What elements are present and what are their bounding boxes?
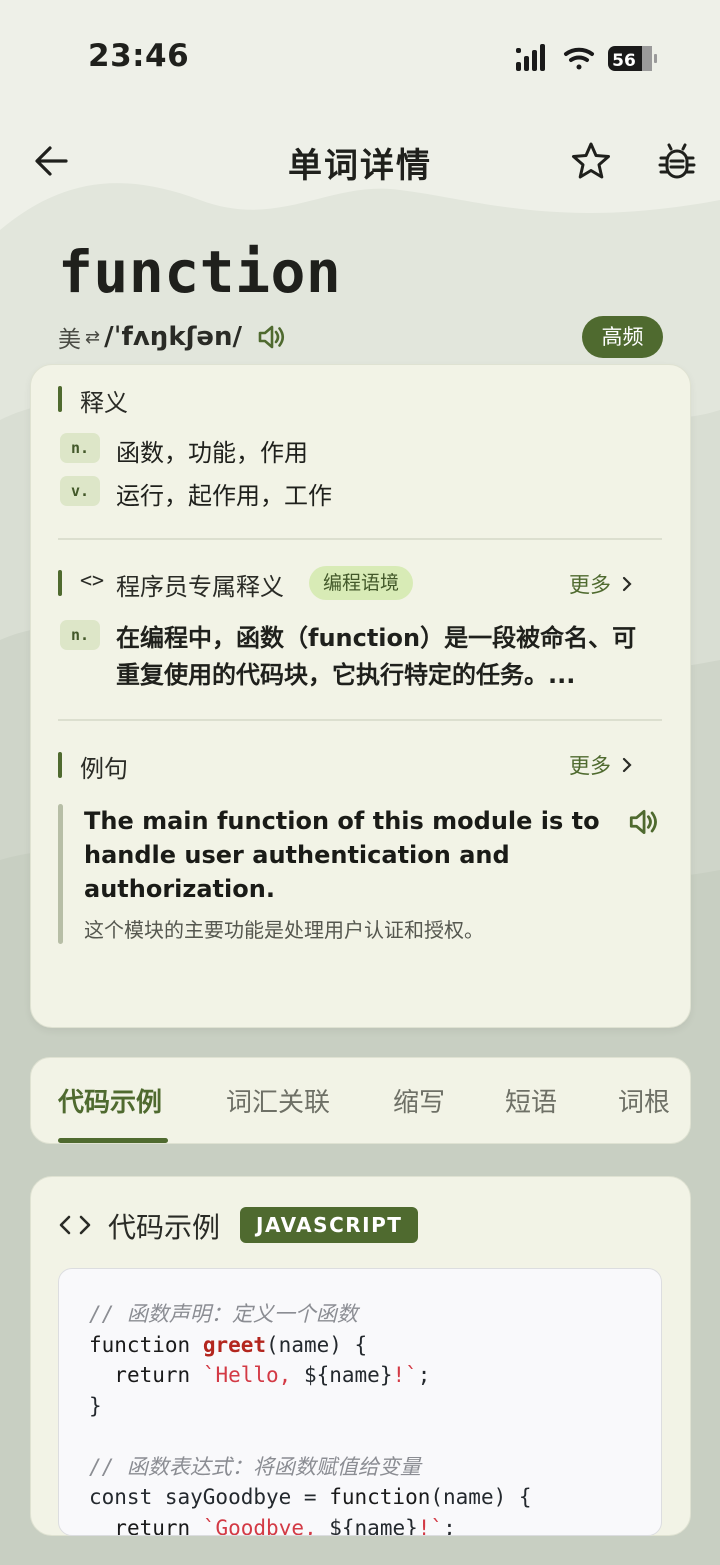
more-link[interactable]: 更多 bbox=[569, 750, 633, 780]
frequency-badge: 高频 bbox=[582, 316, 663, 358]
status-time: 23:46 bbox=[88, 38, 190, 74]
code-brackets-icon bbox=[59, 1215, 91, 1235]
code-string: `Hello, bbox=[202, 1363, 304, 1387]
divider bbox=[58, 719, 662, 721]
examples-title: 例句 bbox=[80, 755, 128, 783]
divider bbox=[58, 538, 662, 540]
signal-icon bbox=[516, 44, 545, 71]
code-string: `Goodbye, bbox=[202, 1515, 330, 1536]
code-plain: (name) { bbox=[430, 1485, 532, 1509]
code-block: // 函数声明：定义一个函数 function greet(name) { re… bbox=[58, 1268, 662, 1536]
more-link[interactable]: 更多 bbox=[569, 569, 633, 599]
code-comment: // 函数表达式：将函数赋值给变量 bbox=[89, 1454, 421, 1479]
speaker-icon[interactable] bbox=[256, 322, 286, 352]
code-section-title: 代码示例 bbox=[108, 1211, 221, 1244]
language-badge: JAVASCRIPT bbox=[240, 1207, 419, 1243]
definition-text: 函数，功能，作用 bbox=[116, 439, 308, 467]
definitions-title: 释义 bbox=[80, 389, 128, 417]
quote-bar bbox=[58, 804, 63, 944]
page-title: 单词详情 bbox=[288, 146, 432, 186]
more-label: 更多 bbox=[569, 573, 611, 597]
pronunciation-row: 美 ⇄ /ˈfʌŋkʃən/ bbox=[58, 318, 286, 356]
tab-abbreviations[interactable]: 缩写 bbox=[393, 1082, 445, 1119]
word-title: function bbox=[58, 238, 342, 306]
phonetic-text: /ˈfʌŋkʃən/ bbox=[104, 322, 243, 352]
section-marker bbox=[58, 570, 62, 596]
speaker-icon[interactable] bbox=[627, 806, 659, 838]
chevron-right-icon bbox=[622, 757, 632, 773]
region-label: 美 bbox=[58, 327, 81, 353]
tab-roots[interactable]: 词根 bbox=[618, 1082, 670, 1119]
section-marker bbox=[58, 386, 62, 412]
code-keyword: return bbox=[114, 1363, 191, 1387]
code-brackets-icon: <> bbox=[80, 568, 105, 592]
section-marker bbox=[58, 752, 62, 778]
battery-level: 56 bbox=[612, 51, 636, 71]
chevron-right-icon bbox=[622, 576, 632, 592]
swap-accent-icon[interactable]: ⇄ bbox=[85, 327, 100, 348]
code-template: ${name} bbox=[303, 1363, 393, 1387]
pos-tag: v. bbox=[60, 476, 100, 506]
pos-tag: n. bbox=[60, 433, 100, 463]
code-plain: const sayGoodbye = bbox=[89, 1485, 330, 1509]
battery-icon: 56 bbox=[608, 46, 657, 71]
example-translation: 这个模块的主要功能是处理用户认证和授权。 bbox=[84, 918, 484, 942]
tab-code-examples[interactable]: 代码示例 bbox=[58, 1082, 162, 1119]
more-label: 更多 bbox=[569, 754, 611, 778]
tab-active-indicator bbox=[58, 1138, 168, 1143]
status-icons: 56 bbox=[516, 44, 657, 71]
code-text: // 函数声明：定义一个函数 function greet(name) { re… bbox=[89, 1299, 532, 1536]
code-plain: (name) { bbox=[266, 1332, 368, 1357]
programmer-definition-text: 在编程中，函数（function）是一段被命名、可重复使用的代码块，它执行特定的… bbox=[116, 624, 637, 689]
code-comment: // 函数声明：定义一个函数 bbox=[89, 1302, 358, 1326]
code-keyword: function bbox=[329, 1485, 431, 1509]
example-sentence: The main function of this module is to h… bbox=[84, 807, 600, 903]
code-keyword: function bbox=[89, 1332, 191, 1357]
wifi-icon bbox=[564, 47, 594, 70]
code-string: !` bbox=[392, 1363, 418, 1387]
code-function-name: greet bbox=[202, 1332, 267, 1357]
definition-text: 运行，起作用，工作 bbox=[116, 482, 332, 510]
code-plain: } bbox=[89, 1393, 102, 1418]
context-chip: 编程语境 bbox=[309, 566, 414, 600]
tab-word-relations[interactable]: 词汇关联 bbox=[226, 1082, 330, 1119]
tab-phrases[interactable]: 短语 bbox=[505, 1082, 557, 1119]
pos-tag: n. bbox=[60, 620, 100, 650]
code-string: !` bbox=[417, 1515, 444, 1536]
star-icon[interactable] bbox=[570, 140, 612, 182]
bug-icon[interactable] bbox=[656, 140, 698, 182]
code-template: ${name} bbox=[329, 1515, 418, 1536]
code-keyword: return bbox=[114, 1515, 191, 1536]
programmer-definition-title: 程序员专属释义 bbox=[116, 573, 284, 601]
